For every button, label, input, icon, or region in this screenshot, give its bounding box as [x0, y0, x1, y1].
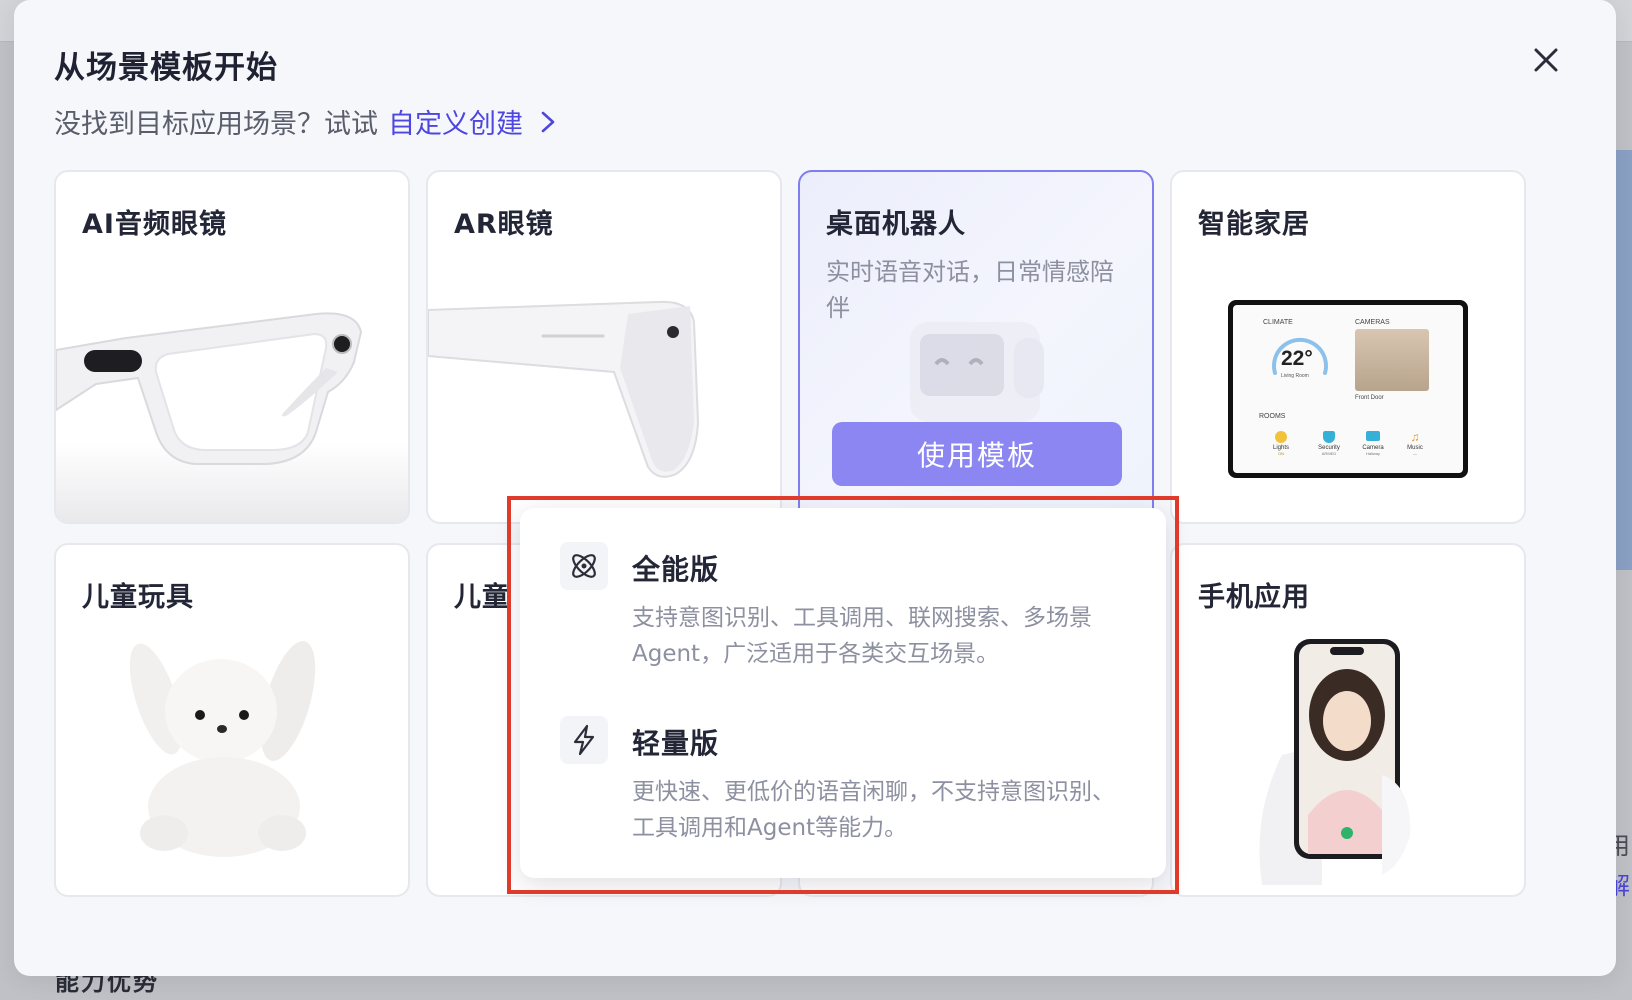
close-button[interactable]	[1528, 42, 1564, 78]
chevron-right-icon	[541, 111, 555, 132]
card-title: AI音频眼镜	[82, 209, 227, 240]
template-card-ar-glasses[interactable]: AR眼镜	[426, 170, 782, 524]
tablet-climate-label: CLIMATE	[1263, 319, 1293, 326]
card-title: 桌面机器人	[826, 209, 966, 240]
template-card-ai-audio-glasses[interactable]: AI音频眼镜	[54, 170, 410, 524]
tablet-room-music: ♫ Music —	[1401, 431, 1429, 456]
room-status: ARMED	[1321, 451, 1337, 456]
desk-robot-image	[910, 322, 1044, 422]
phone-app-image	[1259, 639, 1411, 885]
template-card-desk-robot[interactable]: 桌面机器人 实时语音对话，日常情感陪伴 使用模板	[798, 170, 1154, 524]
tablet-camera-thumbnail	[1355, 329, 1429, 391]
template-card-smart-home[interactable]: 智能家居 CLIMATE CAMERAS 22° Living Room Fro…	[1170, 170, 1526, 524]
template-card-mobile-app[interactable]: 手机应用	[1170, 543, 1526, 897]
annotation-highlight-box	[507, 496, 1179, 894]
custom-create-link[interactable]: 自定义创建	[388, 102, 559, 141]
lightbulb-icon	[1275, 431, 1287, 443]
card-title: 手机应用	[1198, 582, 1310, 613]
room-status: Hallway	[1365, 451, 1380, 456]
card-title: 儿童玩具	[82, 582, 194, 613]
tablet-camera-caption: Front Door	[1355, 395, 1384, 401]
template-card-kids-toy[interactable]: 儿童玩具	[54, 543, 410, 897]
tablet-temperature: 22°	[1281, 347, 1313, 370]
camera-icon	[1366, 431, 1380, 441]
card-title: 儿童	[454, 582, 510, 613]
card-title: AR眼镜	[454, 209, 554, 240]
modal-subtitle: 没找到目标应用场景？试试 自定义创建	[54, 102, 559, 141]
smart-glasses-image	[56, 312, 408, 522]
subtitle-text: 没找到目标应用场景？试试	[54, 109, 378, 140]
music-note-icon: ♫	[1410, 430, 1420, 444]
plush-bunny-image	[129, 641, 316, 857]
template-modal: 从场景模板开始 没找到目标应用场景？试试 自定义创建 AI音频眼镜 AR眼镜 桌…	[14, 0, 1616, 976]
tablet-room-camera: Camera Hallway	[1357, 431, 1389, 456]
shield-icon	[1323, 431, 1335, 443]
tablet-room-lights: Lights ON	[1267, 431, 1295, 456]
tablet-cameras-label: CAMERAS	[1355, 319, 1390, 326]
room-status: ON	[1278, 451, 1284, 456]
custom-create-label: 自定义创建	[388, 109, 523, 140]
use-template-button[interactable]: 使用模板	[832, 422, 1122, 486]
card-title: 智能家居	[1198, 209, 1310, 240]
smart-home-tablet-image: CLIMATE CAMERAS 22° Living Room Front Do…	[1228, 300, 1468, 478]
modal-title: 从场景模板开始	[54, 50, 278, 86]
room-status: —	[1413, 451, 1417, 456]
tablet-rooms-label: ROOMS	[1259, 413, 1286, 420]
tablet-temperature-room: Living Room	[1281, 373, 1309, 379]
tablet-room-security: Security ARMED	[1313, 431, 1345, 456]
close-icon	[1534, 48, 1558, 72]
ar-glasses-image	[428, 300, 700, 478]
